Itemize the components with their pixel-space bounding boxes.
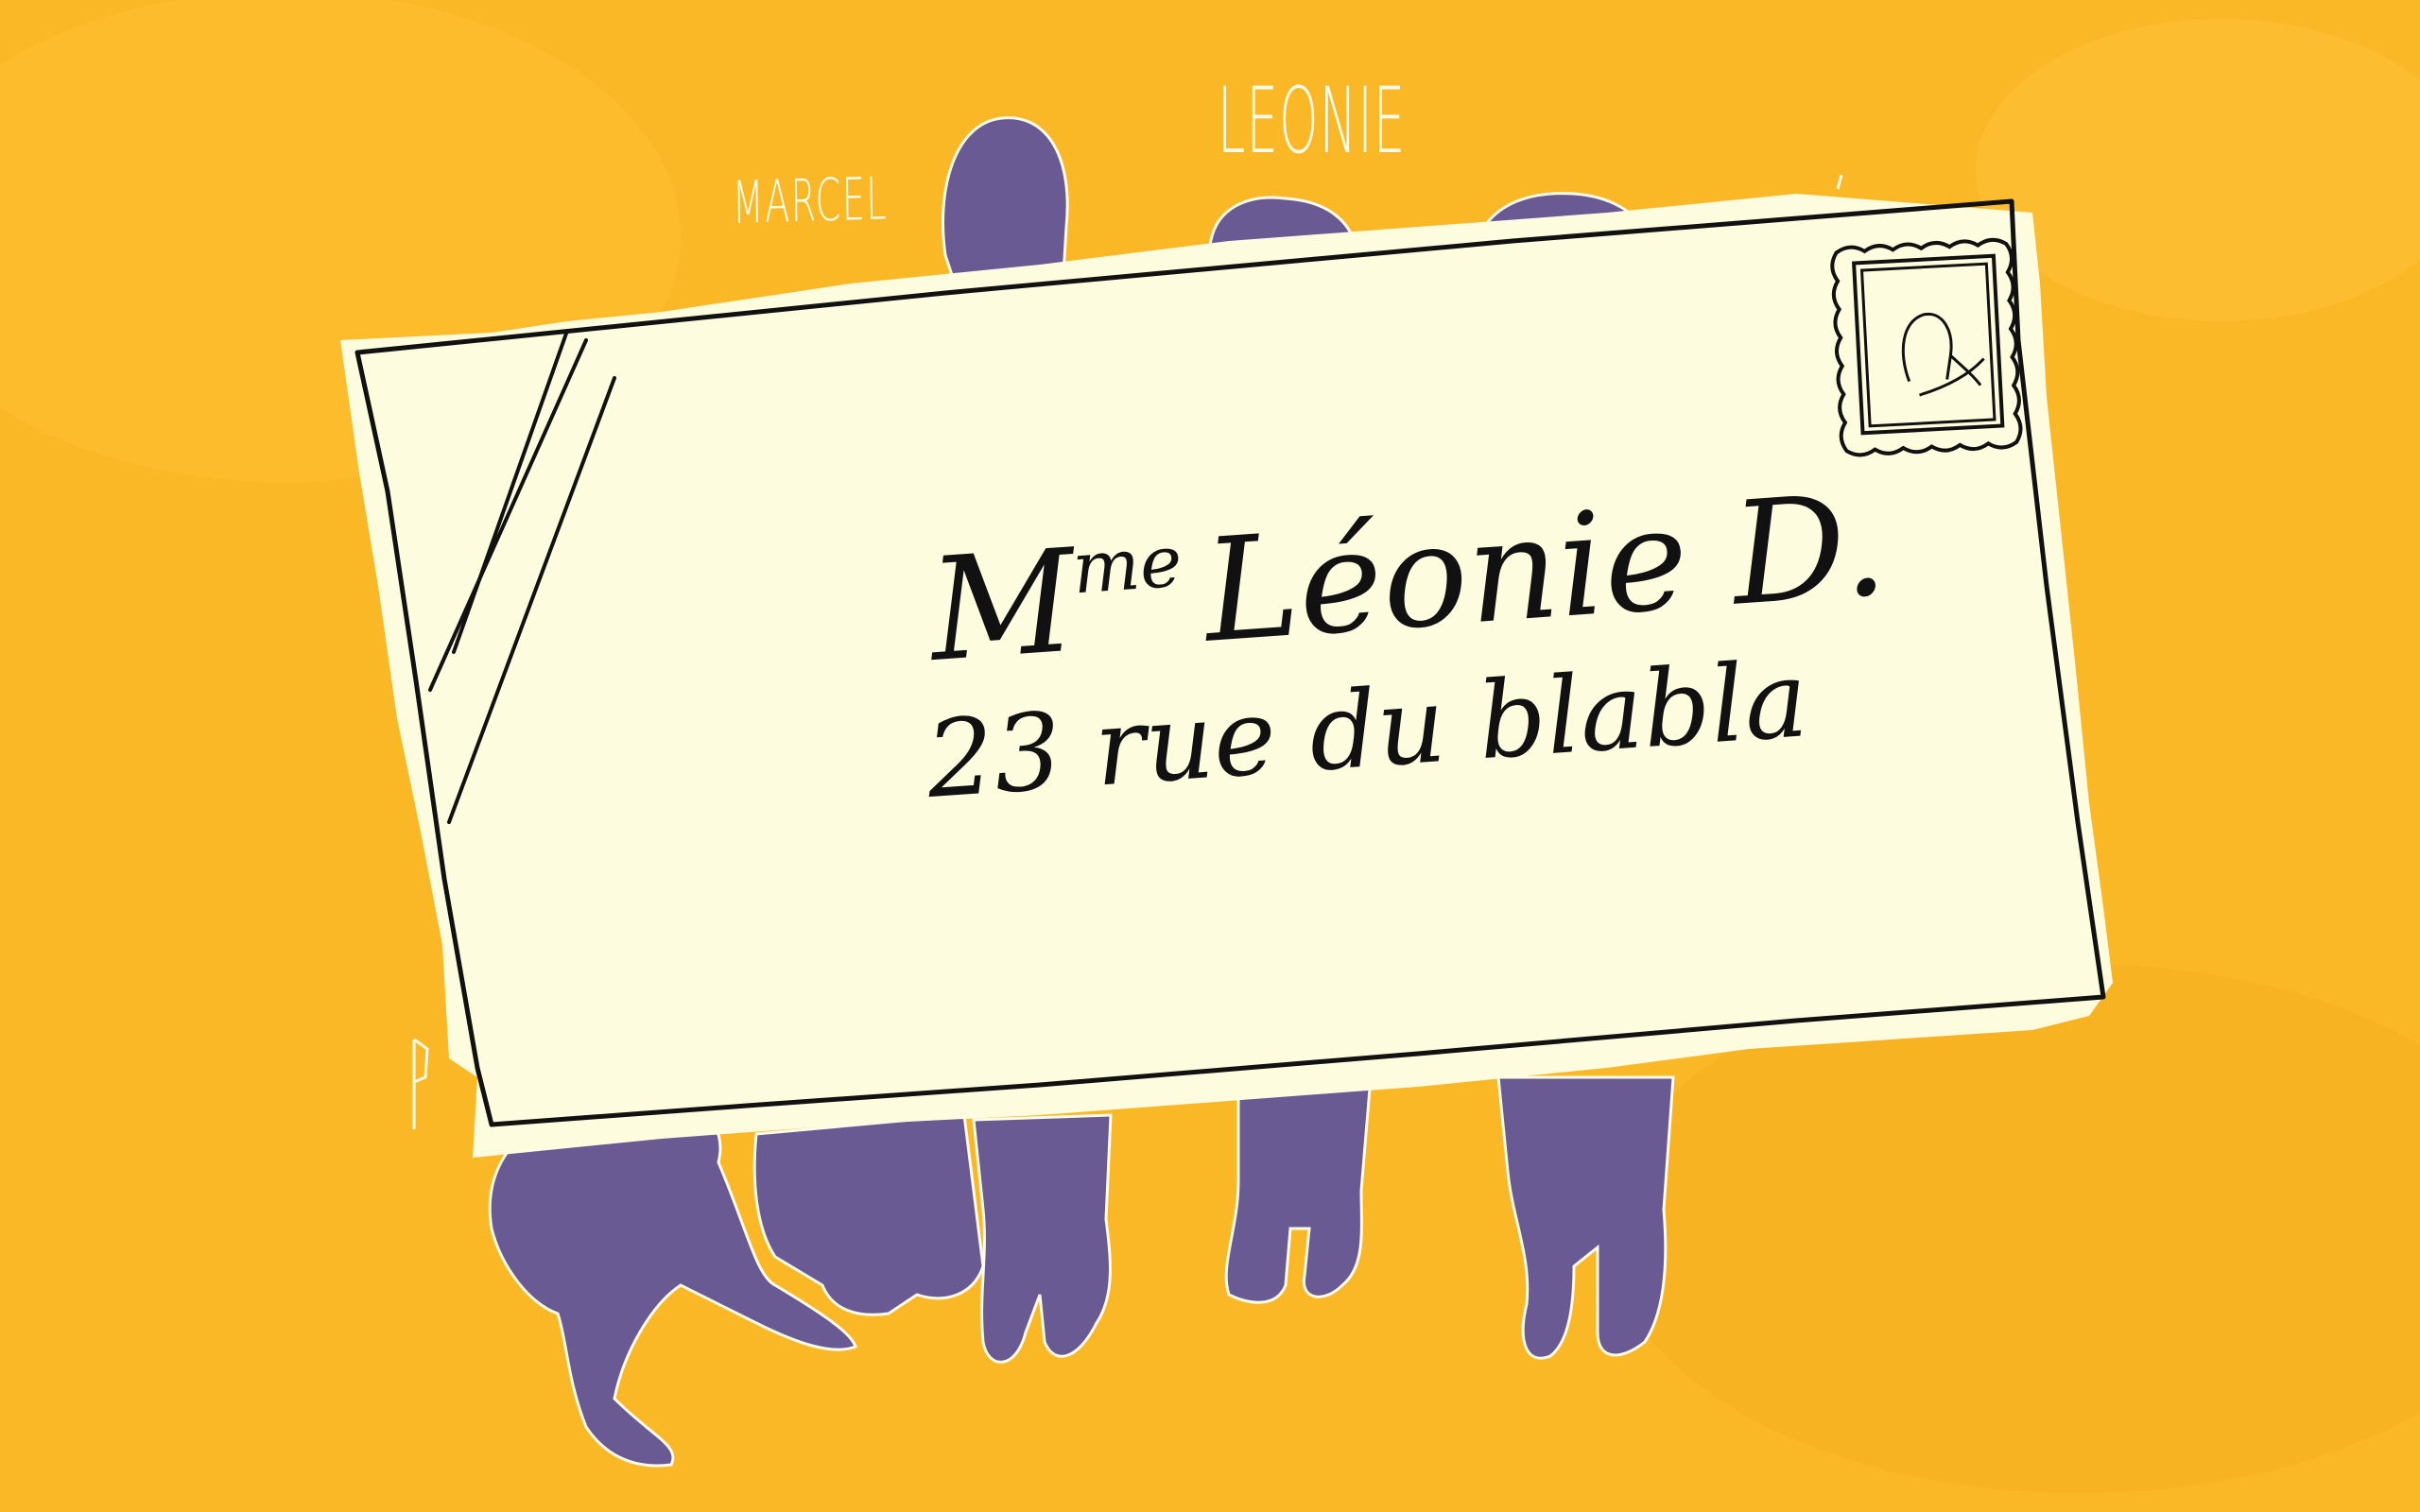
label-fragment-right [1836, 174, 1843, 190]
marcel-legs [752, 1113, 985, 1316]
recipient-prefix-sup: me [1069, 519, 1185, 610]
label-fragment [412, 1038, 429, 1129]
child-legs [972, 1113, 1113, 1364]
third-figure-legs [1496, 1075, 1675, 1360]
recipient-prefix: M [924, 519, 1081, 694]
label-marcel: MARCEL [732, 163, 889, 237]
postage-stamp-icon [1830, 237, 2023, 457]
leonie-legs [1224, 1075, 1373, 1304]
label-leonie: LEONIE [1218, 68, 1407, 174]
marcel-head [942, 116, 1069, 285]
